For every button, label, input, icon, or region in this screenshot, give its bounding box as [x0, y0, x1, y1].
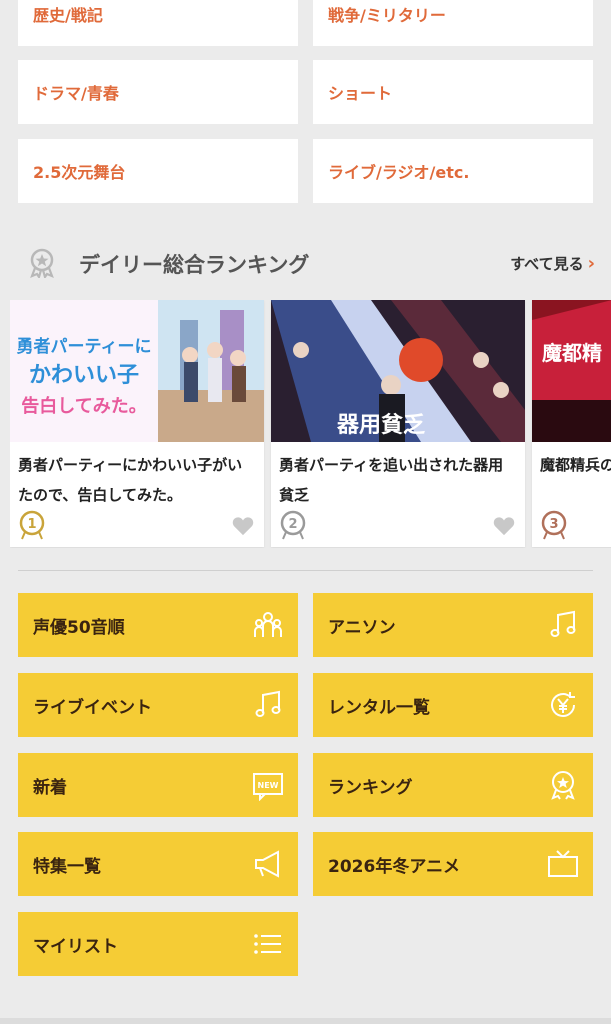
ranking-title: デイリー総合ランキング — [79, 253, 310, 277]
ranking-button[interactable]: ランキング — [313, 753, 593, 817]
see-all-label: すべて見る — [510, 255, 584, 273]
nav-label: 2026年冬アニメ — [328, 856, 460, 877]
nav-label: レンタル一覧 — [328, 697, 430, 718]
list-icon — [254, 934, 281, 954]
nav-label: ライブイベント — [33, 697, 152, 718]
ranking-card[interactable]: 勇者パーティーに かわいい子 告白してみた。 勇者パーティーにかわいい子がいたの… — [10, 300, 264, 547]
thumbnail-title-text: 魔都精 — [542, 341, 602, 365]
genre-label: 歴史/戦記 — [33, 6, 103, 25]
ranking-card[interactable]: 器用貧乏 勇者パーティを追い出された器用貧乏 2 — [271, 300, 525, 547]
megaphone-icon — [255, 850, 279, 878]
heart-icon[interactable] — [232, 516, 254, 536]
card-thumbnail: 器用貧乏 — [271, 300, 525, 442]
live-event-button[interactable]: ライブイベント — [18, 673, 298, 737]
genre-label: 2.5次元舞台 — [33, 163, 126, 182]
genre-label: ショート — [328, 84, 393, 103]
winter-anime-button[interactable]: 2026年冬アニメ — [313, 832, 593, 896]
genre-label: ドラマ/青春 — [33, 84, 119, 103]
ranking-card[interactable]: 魔都精 魔都精兵の Ver.》 3 — [532, 300, 611, 547]
rank-number: 2 — [288, 517, 297, 532]
my-list-button[interactable]: マイリスト — [18, 912, 298, 976]
genre-drama-button[interactable]: ドラマ/青春 — [18, 60, 298, 124]
ranking-header: デイリー総合ランキング すべて見る › — [0, 240, 611, 286]
genre-label: ライブ/ラジオ/etc. — [328, 163, 470, 182]
rank-3-medal-icon: 3 — [541, 510, 567, 540]
svg-text:告白してみた。: 告白してみた。 — [21, 395, 146, 417]
genre-label: 戦争/ミリタリー — [328, 6, 446, 25]
music-note-icon — [550, 610, 576, 637]
ranking-carousel[interactable]: 勇者パーティーに かわいい子 告白してみた。 勇者パーティーにかわいい子がいたの… — [10, 300, 611, 548]
rank-2-medal-icon: 2 — [280, 510, 306, 540]
yen-rental-icon — [551, 692, 575, 717]
nav-label: 新着 — [33, 777, 67, 798]
genre-live-button[interactable]: ライブ/ラジオ/etc. — [313, 139, 593, 203]
people-icon — [254, 612, 282, 637]
thumbnail-title-text: 器用貧乏 — [336, 412, 425, 438]
heart-icon[interactable] — [493, 516, 515, 536]
tv-icon — [548, 850, 578, 877]
new-badge-icon: NEW — [253, 773, 283, 801]
chevron-right-icon: › — [587, 253, 595, 274]
section-divider — [18, 570, 593, 571]
genre-stage-button[interactable]: 2.5次元舞台 — [18, 139, 298, 203]
ranking-medal-icon — [30, 248, 54, 278]
card-title: 魔都精兵の Ver.》 — [540, 456, 611, 474]
nav-label: マイリスト — [33, 936, 118, 957]
bottom-bar — [0, 1018, 611, 1024]
anisong-button[interactable]: アニソン — [313, 593, 593, 657]
genre-history-button[interactable]: 歴史/戦記 — [18, 0, 298, 46]
nav-label: ランキング — [328, 777, 413, 798]
feature-list-button[interactable]: 特集一覧 — [18, 832, 298, 896]
genre-short-button[interactable]: ショート — [313, 60, 593, 124]
rental-list-button[interactable]: レンタル一覧 — [313, 673, 593, 737]
nav-label: 声優50音順 — [33, 617, 125, 638]
svg-text:かわいい子: かわいい子 — [29, 363, 139, 388]
svg-text:勇者パーティーに: 勇者パーティーに — [17, 336, 152, 357]
see-all-link[interactable]: すべて見る › — [510, 253, 595, 274]
card-thumbnail: 魔都精 — [532, 300, 611, 442]
music-note-icon — [255, 690, 281, 717]
card-title: 勇者パーティーにかわいい子がいたので、告白してみた。 — [18, 456, 243, 504]
genre-military-button[interactable]: 戦争/ミリタリー — [313, 0, 593, 46]
svg-text:NEW: NEW — [258, 781, 279, 790]
rank-1-medal-icon: 1 — [19, 510, 45, 540]
new-arrivals-button[interactable]: 新着 NEW — [18, 753, 298, 817]
card-thumbnail: 勇者パーティーに かわいい子 告白してみた。 — [10, 300, 264, 442]
card-title: 勇者パーティを追い出された器用貧乏 — [279, 456, 504, 504]
ranking-medal-icon — [551, 771, 575, 800]
nav-label: 特集一覧 — [33, 856, 101, 877]
voice-actor-index-button[interactable]: 声優50音順 — [18, 593, 298, 657]
nav-label: アニソン — [328, 617, 396, 638]
rank-number: 3 — [549, 517, 558, 532]
rank-number: 1 — [27, 517, 36, 532]
